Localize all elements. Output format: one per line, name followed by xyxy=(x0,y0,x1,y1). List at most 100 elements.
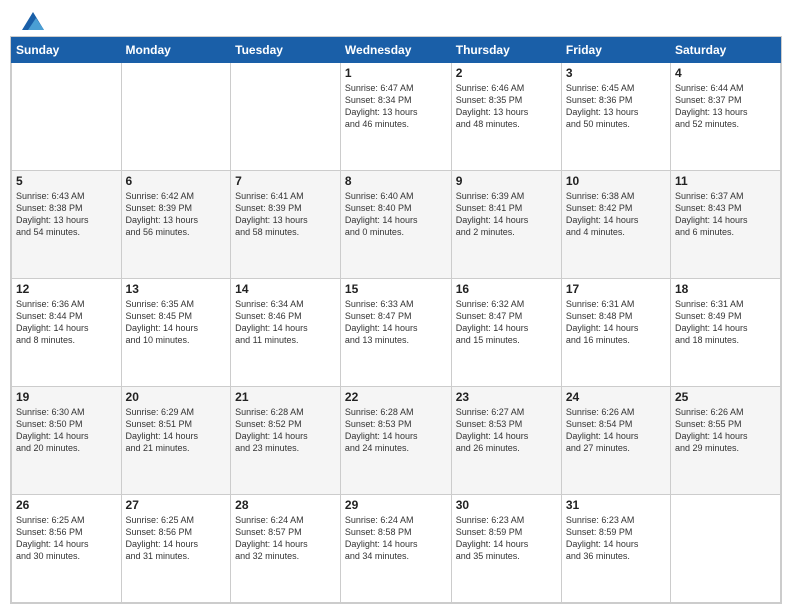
day-info: Sunrise: 6:34 AM Sunset: 8:46 PM Dayligh… xyxy=(235,298,336,347)
day-number: 10 xyxy=(566,174,666,188)
day-cell: 29 Sunrise: 6:24 AM Sunset: 8:58 PM Dayli… xyxy=(340,495,451,603)
day-info: Sunrise: 6:46 AM Sunset: 8:35 PM Dayligh… xyxy=(456,82,557,131)
week-row-3: 12 Sunrise: 6:36 AM Sunset: 8:44 PM Dayli… xyxy=(12,279,781,387)
day-number: 8 xyxy=(345,174,447,188)
day-info: Sunrise: 6:33 AM Sunset: 8:47 PM Dayligh… xyxy=(345,298,447,347)
day-info: Sunrise: 6:43 AM Sunset: 8:38 PM Dayligh… xyxy=(16,190,117,239)
day-info: Sunrise: 6:24 AM Sunset: 8:58 PM Dayligh… xyxy=(345,514,447,563)
page: SundayMondayTuesdayWednesdayThursdayFrid… xyxy=(0,0,792,612)
day-info: Sunrise: 6:24 AM Sunset: 8:57 PM Dayligh… xyxy=(235,514,336,563)
day-cell: 10 Sunrise: 6:38 AM Sunset: 8:42 PM Dayli… xyxy=(561,171,670,279)
week-row-1: 1Sunrise: 6:47 AM Sunset: 8:34 PM Daylig… xyxy=(12,63,781,171)
day-info: Sunrise: 6:41 AM Sunset: 8:39 PM Dayligh… xyxy=(235,190,336,239)
day-cell: 27 Sunrise: 6:25 AM Sunset: 8:56 PM Dayli… xyxy=(121,495,231,603)
day-number: 13 xyxy=(126,282,227,296)
day-cell: 12 Sunrise: 6:36 AM Sunset: 8:44 PM Dayli… xyxy=(12,279,122,387)
header-day-sunday: Sunday xyxy=(12,38,122,63)
day-info: Sunrise: 6:31 AM Sunset: 8:49 PM Dayligh… xyxy=(675,298,776,347)
day-cell: 3 Sunrise: 6:45 AM Sunset: 8:36 PM Daylig… xyxy=(561,63,670,171)
week-row-5: 26 Sunrise: 6:25 AM Sunset: 8:56 PM Dayli… xyxy=(12,495,781,603)
day-number: 20 xyxy=(126,390,227,404)
logo xyxy=(18,12,44,30)
day-number: 15 xyxy=(345,282,447,296)
day-number: 5 xyxy=(16,174,117,188)
day-number: 31 xyxy=(566,498,666,512)
day-info: Sunrise: 6:27 AM Sunset: 8:53 PM Dayligh… xyxy=(456,406,557,455)
day-number: 28 xyxy=(235,498,336,512)
day-cell xyxy=(12,63,122,171)
day-number: 18 xyxy=(675,282,776,296)
day-number: 1 xyxy=(345,66,447,80)
day-cell: 22 Sunrise: 6:28 AM Sunset: 8:53 PM Dayli… xyxy=(340,387,451,495)
day-cell: 8 Sunrise: 6:40 AM Sunset: 8:40 PM Daylig… xyxy=(340,171,451,279)
day-number: 2 xyxy=(456,66,557,80)
day-info: Sunrise: 6:23 AM Sunset: 8:59 PM Dayligh… xyxy=(456,514,557,563)
header xyxy=(0,0,792,36)
day-cell: 4 Sunrise: 6:44 AM Sunset: 8:37 PM Daylig… xyxy=(670,63,780,171)
week-row-4: 19 Sunrise: 6:30 AM Sunset: 8:50 PM Dayli… xyxy=(12,387,781,495)
header-day-saturday: Saturday xyxy=(670,38,780,63)
day-number: 4 xyxy=(675,66,776,80)
day-cell: 7 Sunrise: 6:41 AM Sunset: 8:39 PM Daylig… xyxy=(231,171,341,279)
day-info: Sunrise: 6:25 AM Sunset: 8:56 PM Dayligh… xyxy=(126,514,227,563)
day-cell: 13Sunrise: 6:35 AM Sunset: 8:45 PM Dayli… xyxy=(121,279,231,387)
day-number: 3 xyxy=(566,66,666,80)
day-number: 29 xyxy=(345,498,447,512)
day-cell: 20 Sunrise: 6:29 AM Sunset: 8:51 PM Dayli… xyxy=(121,387,231,495)
day-cell xyxy=(670,495,780,603)
day-info: Sunrise: 6:28 AM Sunset: 8:53 PM Dayligh… xyxy=(345,406,447,455)
calendar-body: 1Sunrise: 6:47 AM Sunset: 8:34 PM Daylig… xyxy=(12,63,781,603)
day-cell: 11 Sunrise: 6:37 AM Sunset: 8:43 PM Dayli… xyxy=(670,171,780,279)
day-cell: 30 Sunrise: 6:23 AM Sunset: 8:59 PM Dayli… xyxy=(451,495,561,603)
day-number: 25 xyxy=(675,390,776,404)
day-cell: 28 Sunrise: 6:24 AM Sunset: 8:57 PM Dayli… xyxy=(231,495,341,603)
day-cell: 19 Sunrise: 6:30 AM Sunset: 8:50 PM Dayli… xyxy=(12,387,122,495)
day-number: 30 xyxy=(456,498,557,512)
day-info: Sunrise: 6:28 AM Sunset: 8:52 PM Dayligh… xyxy=(235,406,336,455)
day-number: 21 xyxy=(235,390,336,404)
day-number: 19 xyxy=(16,390,117,404)
day-number: 11 xyxy=(675,174,776,188)
day-info: Sunrise: 6:32 AM Sunset: 8:47 PM Dayligh… xyxy=(456,298,557,347)
day-info: Sunrise: 6:30 AM Sunset: 8:50 PM Dayligh… xyxy=(16,406,117,455)
day-cell: 31Sunrise: 6:23 AM Sunset: 8:59 PM Dayli… xyxy=(561,495,670,603)
day-number: 12 xyxy=(16,282,117,296)
day-cell: 23Sunrise: 6:27 AM Sunset: 8:53 PM Dayli… xyxy=(451,387,561,495)
day-info: Sunrise: 6:39 AM Sunset: 8:41 PM Dayligh… xyxy=(456,190,557,239)
day-cell xyxy=(231,63,341,171)
day-info: Sunrise: 6:29 AM Sunset: 8:51 PM Dayligh… xyxy=(126,406,227,455)
day-cell: 24 Sunrise: 6:26 AM Sunset: 8:54 PM Dayli… xyxy=(561,387,670,495)
day-info: Sunrise: 6:42 AM Sunset: 8:39 PM Dayligh… xyxy=(126,190,227,239)
day-number: 27 xyxy=(126,498,227,512)
header-day-tuesday: Tuesday xyxy=(231,38,341,63)
day-info: Sunrise: 6:45 AM Sunset: 8:36 PM Dayligh… xyxy=(566,82,666,131)
day-number: 7 xyxy=(235,174,336,188)
day-number: 26 xyxy=(16,498,117,512)
header-row: SundayMondayTuesdayWednesdayThursdayFrid… xyxy=(12,38,781,63)
day-info: Sunrise: 6:44 AM Sunset: 8:37 PM Dayligh… xyxy=(675,82,776,131)
day-cell: 17Sunrise: 6:31 AM Sunset: 8:48 PM Dayli… xyxy=(561,279,670,387)
day-number: 24 xyxy=(566,390,666,404)
logo-text xyxy=(18,12,44,30)
day-info: Sunrise: 6:26 AM Sunset: 8:54 PM Dayligh… xyxy=(566,406,666,455)
day-number: 22 xyxy=(345,390,447,404)
day-cell: 15 Sunrise: 6:33 AM Sunset: 8:47 PM Dayli… xyxy=(340,279,451,387)
logo-icon xyxy=(22,12,44,30)
calendar-header: SundayMondayTuesdayWednesdayThursdayFrid… xyxy=(12,38,781,63)
day-info: Sunrise: 6:31 AM Sunset: 8:48 PM Dayligh… xyxy=(566,298,666,347)
day-cell: 1Sunrise: 6:47 AM Sunset: 8:34 PM Daylig… xyxy=(340,63,451,171)
calendar: SundayMondayTuesdayWednesdayThursdayFrid… xyxy=(10,36,782,604)
calendar-table: SundayMondayTuesdayWednesdayThursdayFrid… xyxy=(11,37,781,603)
day-cell: 14 Sunrise: 6:34 AM Sunset: 8:46 PM Dayli… xyxy=(231,279,341,387)
day-info: Sunrise: 6:38 AM Sunset: 8:42 PM Dayligh… xyxy=(566,190,666,239)
day-info: Sunrise: 6:40 AM Sunset: 8:40 PM Dayligh… xyxy=(345,190,447,239)
day-cell: 16Sunrise: 6:32 AM Sunset: 8:47 PM Dayli… xyxy=(451,279,561,387)
day-info: Sunrise: 6:37 AM Sunset: 8:43 PM Dayligh… xyxy=(675,190,776,239)
day-number: 14 xyxy=(235,282,336,296)
day-cell: 2 Sunrise: 6:46 AM Sunset: 8:35 PM Daylig… xyxy=(451,63,561,171)
day-info: Sunrise: 6:26 AM Sunset: 8:55 PM Dayligh… xyxy=(675,406,776,455)
day-cell: 18 Sunrise: 6:31 AM Sunset: 8:49 PM Dayli… xyxy=(670,279,780,387)
day-info: Sunrise: 6:25 AM Sunset: 8:56 PM Dayligh… xyxy=(16,514,117,563)
day-info: Sunrise: 6:36 AM Sunset: 8:44 PM Dayligh… xyxy=(16,298,117,347)
day-cell: 5 Sunrise: 6:43 AM Sunset: 8:38 PM Daylig… xyxy=(12,171,122,279)
